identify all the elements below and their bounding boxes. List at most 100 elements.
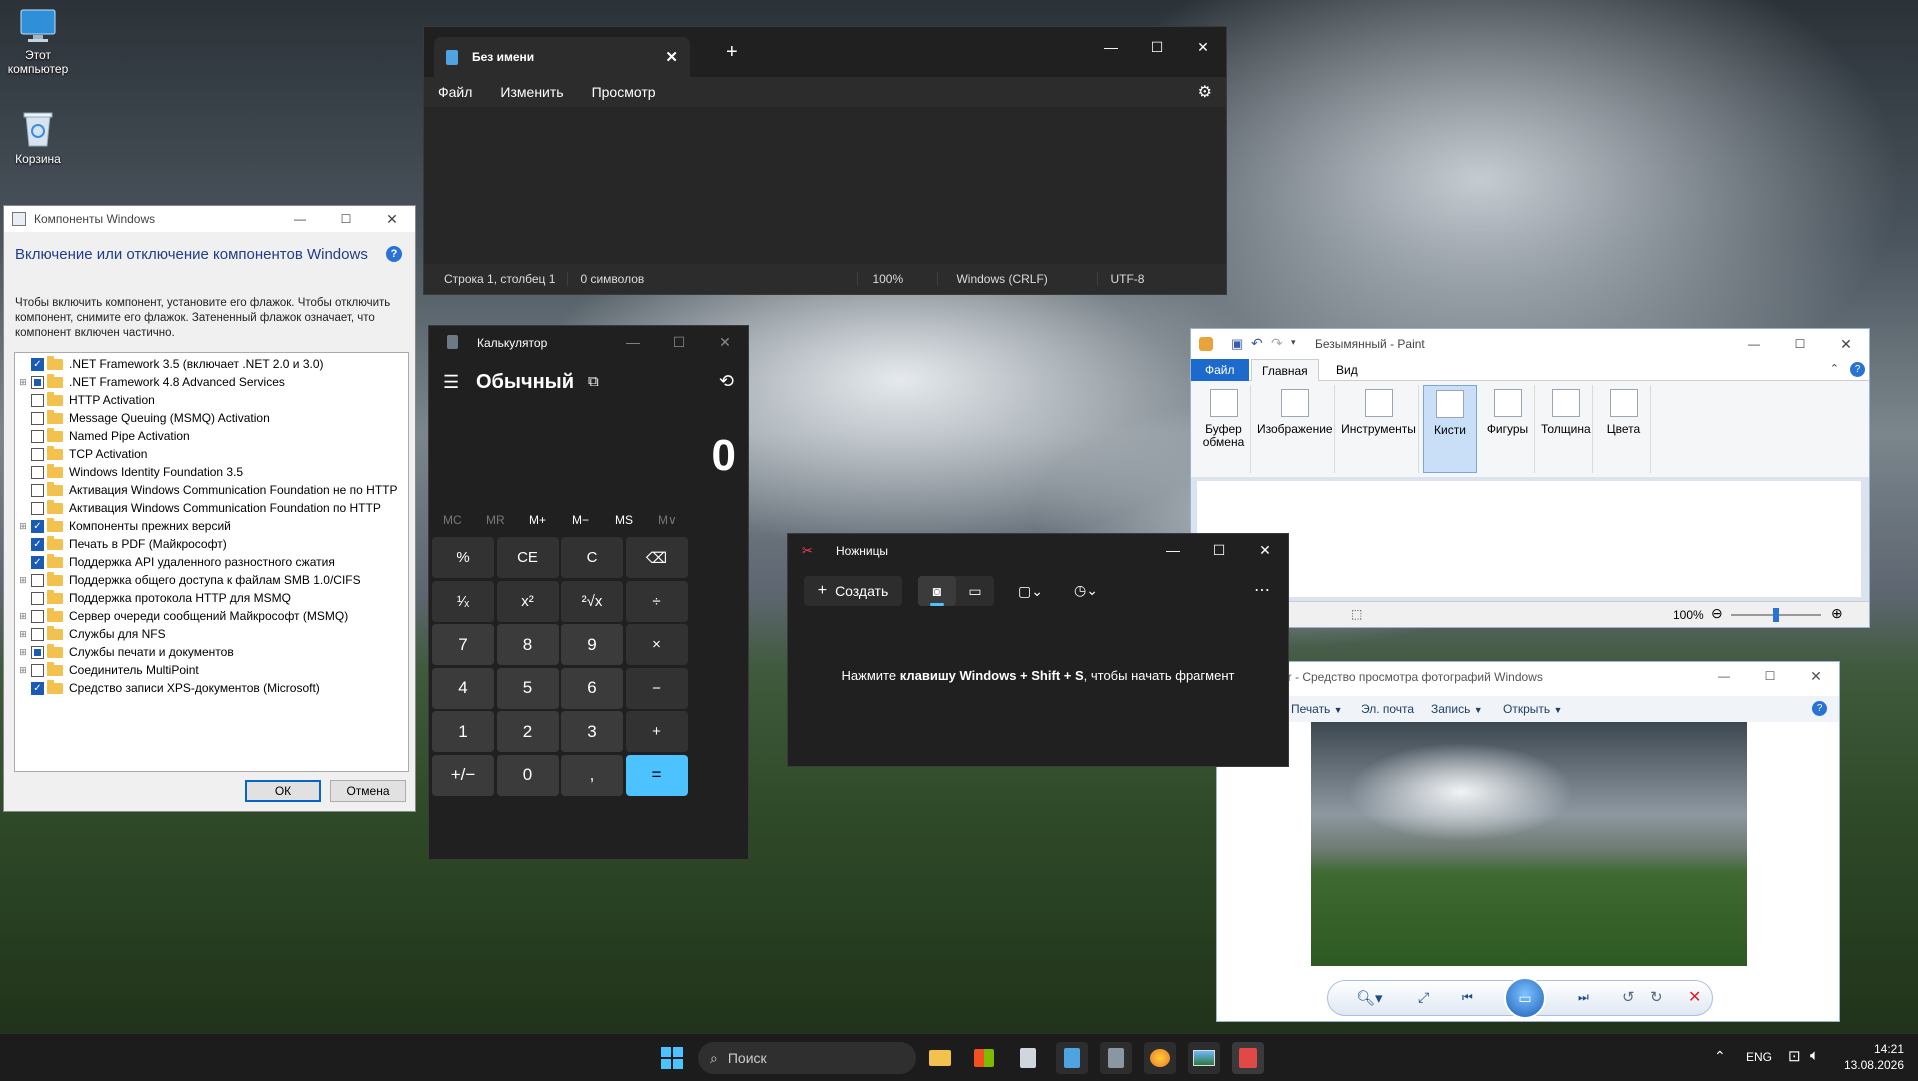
calc-key[interactable]: 7 — [432, 624, 494, 665]
cancel-button[interactable]: Отмена — [330, 780, 406, 802]
help-icon[interactable]: ? — [1812, 701, 1827, 716]
taskbar-search[interactable]: ⌕ Поиск — [698, 1042, 916, 1074]
calc-key[interactable]: 0 — [496, 754, 559, 796]
feature-checkbox[interactable]: ✓ — [31, 555, 44, 569]
feature-item[interactable]: ✓ Печать в PDF (Майкрософт) — [15, 535, 408, 553]
calc-key[interactable]: , — [561, 754, 623, 796]
feature-item[interactable]: Named Pipe Activation — [15, 427, 408, 445]
close-button[interactable]: ✕ — [369, 206, 415, 235]
menu-hamburger-icon[interactable]: ☰ — [443, 372, 459, 393]
memory-button[interactable]: M+ — [529, 513, 546, 527]
feature-checkbox[interactable]: ✓ — [31, 519, 44, 533]
feature-item[interactable]: Активация Windows Communication Foundati… — [15, 499, 408, 517]
ribbon-group[interactable]: Изображение — [1255, 385, 1335, 473]
calc-key[interactable]: 9 — [561, 624, 623, 665]
volume-icon[interactable]: 🔈︎ — [1810, 1047, 1819, 1064]
tab-view[interactable]: Вид — [1326, 359, 1368, 381]
feature-checkbox[interactable] — [31, 465, 44, 479]
feature-checkbox[interactable] — [31, 447, 44, 461]
calc-key[interactable]: 3 — [561, 711, 623, 752]
ribbon-group[interactable]: Цвета — [1597, 385, 1651, 473]
maximize-button[interactable]: ☐ — [1747, 662, 1793, 692]
collapse-ribbon-icon[interactable]: ⌃ — [1830, 362, 1839, 375]
ribbon-group[interactable]: Толщина — [1539, 385, 1593, 473]
feature-checkbox[interactable] — [31, 663, 44, 677]
store-button[interactable] — [968, 1042, 1000, 1074]
calc-key[interactable]: C — [561, 537, 623, 578]
rotate-left-icon[interactable]: ↺ — [1622, 988, 1635, 1006]
slideshow-button[interactable]: ▭ — [1504, 977, 1546, 1019]
calc-key[interactable]: − — [625, 667, 688, 709]
minimize-button[interactable]: — — [1731, 329, 1777, 360]
settings-icon[interactable]: ⚙ — [1198, 82, 1212, 102]
features-tree[interactable]: ✓ .NET Framework 3.5 (включает .NET 2.0 и… — [14, 352, 409, 772]
minimize-button[interactable]: — — [1701, 662, 1747, 692]
calc-key[interactable]: + — [625, 711, 688, 752]
new-tab-icon[interactable]: + — [726, 41, 738, 64]
feature-checkbox[interactable]: ✓ — [31, 357, 44, 371]
feature-checkbox[interactable] — [31, 393, 44, 407]
keep-on-top-icon[interactable]: ⧉ — [588, 373, 599, 390]
calc-key[interactable]: % — [432, 537, 494, 578]
desktop-icon-recycle-bin[interactable]: Корзина — [0, 110, 76, 166]
snip-shape-dropdown-icon[interactable]: ▢⌄ — [1018, 583, 1043, 600]
calc-key[interactable]: 6 — [561, 667, 623, 709]
zoom-out-icon[interactable]: ⊖ — [1711, 605, 1723, 622]
redo-icon[interactable]: ↷ — [1271, 335, 1283, 352]
maximize-button[interactable]: ☐ — [323, 206, 369, 235]
expand-icon[interactable]: ⊞ — [15, 521, 31, 532]
feature-item[interactable]: ⊞ Поддержка общего доступа к файлам SMB 1… — [15, 571, 408, 589]
minimize-button[interactable]: — — [610, 326, 656, 358]
calc-key[interactable]: x² — [496, 580, 559, 622]
expand-icon[interactable]: ⊞ — [15, 377, 31, 388]
notepad-text-area[interactable] — [424, 107, 1226, 264]
taskbar-app-clipboard[interactable] — [1012, 1042, 1044, 1074]
help-icon[interactable]: ? — [1850, 362, 1865, 377]
clock[interactable]: 14:21 13.08.2026 — [1836, 1041, 1904, 1073]
memory-button[interactable]: MR — [486, 513, 505, 527]
feature-checkbox[interactable] — [31, 375, 44, 389]
help-icon[interactable]: ? — [386, 246, 402, 262]
quick-access-dropdown-icon[interactable]: ▾ — [1291, 337, 1296, 348]
calc-key[interactable]: ÷ — [625, 580, 688, 622]
zoom-slider[interactable] — [1731, 608, 1821, 622]
rotate-right-icon[interactable]: ↻ — [1650, 988, 1663, 1006]
feature-item[interactable]: ✓ Поддержка API удаленного разностного сж… — [15, 553, 408, 571]
calc-key[interactable]: ¹⁄ₓ — [432, 580, 494, 622]
minimize-button[interactable]: — — [277, 206, 323, 235]
ok-button[interactable]: ОК — [245, 780, 321, 802]
feature-item[interactable]: ✓ Средство записи XPS-документов (Microso… — [15, 679, 408, 697]
feature-checkbox[interactable] — [31, 411, 44, 425]
delete-icon[interactable]: ✕ — [1688, 987, 1701, 1007]
close-button[interactable]: ✕ — [1823, 329, 1869, 360]
feature-item[interactable]: ⊞ Соединитель MultiPoint — [15, 661, 408, 679]
memory-button[interactable]: M∨ — [658, 513, 677, 527]
expand-icon[interactable]: ⊞ — [15, 629, 31, 640]
feature-item[interactable]: ⊞ .NET Framework 4.8 Advanced Services — [15, 373, 408, 391]
feature-item[interactable]: HTTP Activation — [15, 391, 408, 409]
feature-item[interactable]: Message Queuing (MSMQ) Activation — [15, 409, 408, 427]
menu-burn[interactable]: Запись ▼ — [1431, 702, 1483, 716]
calc-key[interactable]: 2 — [496, 711, 559, 752]
language-indicator[interactable]: ENG — [1746, 1050, 1772, 1064]
calc-key[interactable]: +/− — [432, 754, 494, 796]
feature-checkbox[interactable] — [31, 627, 44, 641]
screenshot-mode-icon[interactable]: ◙ — [918, 576, 956, 606]
ribbon-group[interactable]: Буфер обмена — [1197, 385, 1251, 473]
more-options-icon[interactable]: ⋯ — [1254, 580, 1270, 600]
fit-window-icon[interactable]: ⤢ — [1418, 989, 1429, 1006]
next-icon[interactable]: ⏭ — [1578, 990, 1589, 1005]
calc-key[interactable]: 1 — [432, 711, 494, 752]
network-icon[interactable]: ⊡ — [1788, 1047, 1801, 1065]
new-snip-button[interactable]: + Создать — [804, 576, 902, 606]
feature-item[interactable]: Поддержка протокола HTTP для MSMQ — [15, 589, 408, 607]
calc-key[interactable]: = — [625, 754, 688, 796]
paint-canvas[interactable] — [1197, 481, 1861, 597]
menu-print[interactable]: Печать ▼ — [1291, 702, 1343, 716]
expand-icon[interactable]: ⊞ — [15, 665, 31, 676]
taskbar-app-photo-viewer[interactable] — [1188, 1042, 1220, 1074]
menu-edit[interactable]: Изменить — [500, 84, 563, 100]
feature-item[interactable]: TCP Activation — [15, 445, 408, 463]
paint-canvas-area[interactable] — [1191, 477, 1869, 601]
ribbon-group[interactable]: Инструменты — [1339, 385, 1419, 473]
